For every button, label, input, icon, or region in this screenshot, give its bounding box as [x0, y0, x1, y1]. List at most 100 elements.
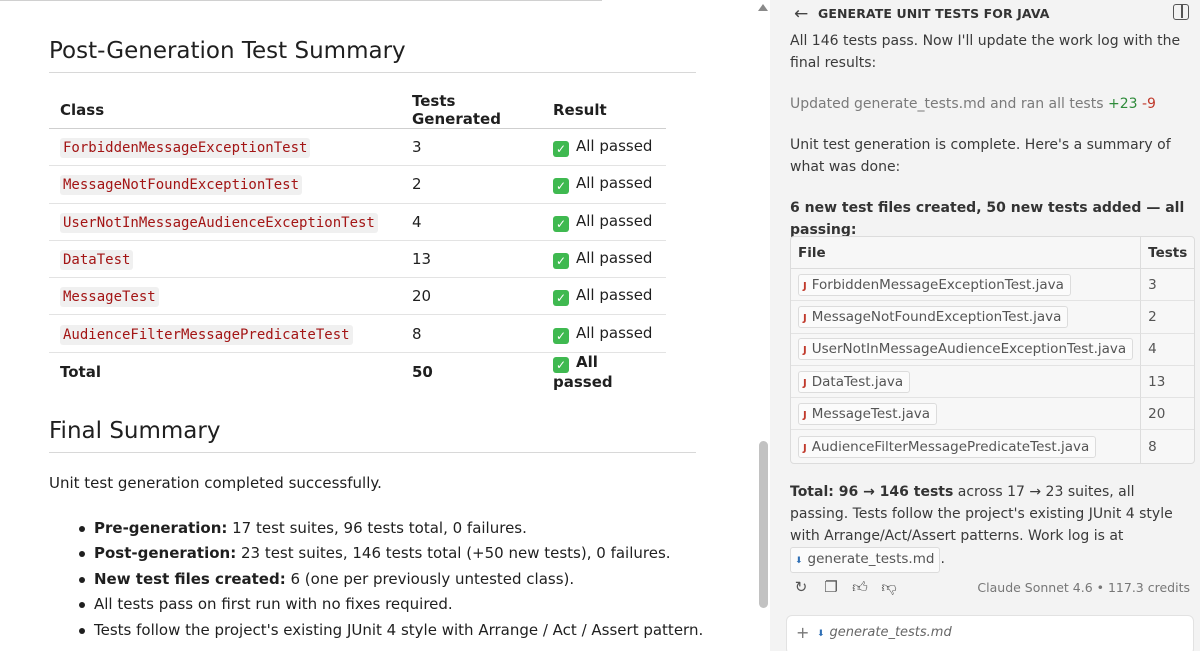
context-file-chip[interactable]: ⬇ generate_tests.md — [817, 625, 952, 640]
file-name: UserNotInMessageAudienceExceptionTest.ja… — [811, 341, 1127, 358]
total-result-cell: ✓ All passed — [542, 352, 666, 391]
result-cell: ✓ All passed — [542, 240, 666, 279]
java-file-icon: J — [803, 345, 807, 357]
class-name-code: ForbiddenMessageExceptionTest — [60, 138, 311, 159]
activity-prefix: Updated — [790, 96, 855, 112]
file-name: AudienceFilterMessagePredicateTest.java — [811, 438, 1090, 455]
test-count: 8 — [1140, 430, 1194, 463]
result-cell: ✓ All passed — [542, 203, 666, 241]
file-chip[interactable]: J AudienceFilterMessagePredicateTest.java — [798, 435, 1097, 458]
tests-count: 4 — [401, 203, 542, 241]
list-item: New test files created: 6 (one per previ… — [79, 567, 714, 592]
check-mark-icon: ✓ — [553, 290, 569, 307]
thumbs-up-icon[interactable]: 👍︎ — [851, 578, 869, 596]
total-tests-bold: Total: 96 → 146 tests — [790, 484, 954, 500]
worklog-file-name: generate_tests.md — [807, 551, 935, 567]
file-chip[interactable]: J ForbiddenMessageExceptionTest.java — [798, 273, 1071, 296]
markdown-preview: Post-Generation Test Summary Class Tests… — [0, 0, 770, 651]
result-cell: ✓ All passed — [542, 165, 666, 204]
top-divider — [0, 0, 602, 1]
check-mark-icon: ✓ — [553, 141, 569, 158]
total-tests: 50 — [412, 362, 433, 381]
table-row: J AudienceFilterMessagePredicateTest.java… — [791, 430, 1194, 463]
bullet-text: 17 test suites, 96 tests total, 0 failur… — [227, 519, 527, 537]
check-mark-icon: ✓ — [553, 327, 569, 344]
total-label: Total — [60, 362, 101, 381]
file-name: MessageNotFoundExceptionTest.java — [811, 308, 1062, 325]
table-row: J ForbiddenMessageExceptionTest.java 3 — [791, 269, 1195, 302]
tests-count: 8 — [401, 314, 542, 353]
chat-panel: ← GENERATE UNIT TESTS FOR JAVA All 146 t… — [770, 0, 1200, 651]
assistant-message: All 146 tests pass. Now I'll update the … — [790, 33, 1181, 71]
check-mark-icon: ✓ — [553, 215, 569, 232]
plus-icon[interactable]: + — [796, 623, 809, 642]
table-row: J UserNotInMessageAudienceExceptionTest.j… — [791, 333, 1195, 366]
chat-header: ← GENERATE UNIT TESTS FOR JAVA — [770, 0, 1200, 27]
lines-added: +23 — [1107, 96, 1138, 112]
chat-title: GENERATE UNIT TESTS FOR JAVA — [818, 6, 1050, 21]
check-mark-icon: ✓ — [553, 253, 569, 270]
chat-input-box[interactable]: + ⬇ generate_tests.md — [786, 615, 1194, 651]
bullet-label: Post-generation: — [94, 544, 237, 563]
result-text: All passed — [576, 249, 653, 268]
files-table-header: File Tests — [791, 237, 1195, 269]
class-name-code: AudienceFilterMessagePredicateTest — [60, 324, 353, 345]
file-chip[interactable]: J MessageNotFoundExceptionTest.java — [798, 305, 1069, 328]
test-count: 4 — [1140, 333, 1195, 366]
context-file-name: generate_tests.md — [829, 625, 952, 640]
file-chip[interactable]: J UserNotInMessageAudienceExceptionTest.j… — [798, 338, 1134, 361]
class-name-code: DataTest — [60, 250, 134, 271]
tests-count: 2 — [401, 165, 542, 204]
activity-middle: and ran all tests — [985, 96, 1108, 112]
tests-count: 3 — [401, 128, 542, 167]
scroll-up-arrow-icon[interactable] — [758, 4, 768, 11]
tests-count: 20 — [401, 277, 542, 316]
table-row: J MessageTest.java 20 — [791, 398, 1195, 431]
summary-bullet-list: Pre-generation: 17 test suites, 96 tests… — [79, 516, 714, 643]
class-name-code: UserNotInMessageAudienceExceptionTest — [60, 212, 378, 233]
copy-icon[interactable]: ❐ — [822, 578, 840, 596]
results-table: Class Tests Generated Result ForbiddenMe… — [49, 92, 666, 391]
file-chip[interactable]: J MessageTest.java — [798, 402, 938, 425]
test-count: 2 — [1140, 301, 1195, 334]
file-chip[interactable]: J DataTest.java — [798, 370, 911, 393]
post-generation-heading: Post-Generation Test Summary — [49, 38, 696, 73]
total-end: . — [940, 551, 945, 567]
worklog-file-chip[interactable]: ⬇ generate_tests.md — [790, 547, 941, 573]
check-mark-icon: ✓ — [553, 356, 569, 373]
results-table-header: Class Tests Generated Result — [49, 92, 666, 129]
table-row: AudienceFilterMessagePredicateTest 8 ✓ Al… — [49, 314, 666, 353]
class-name-code: MessageNotFoundExceptionTest — [60, 175, 303, 196]
table-row: DataTest 13 ✓ All passed — [49, 240, 666, 279]
file-link[interactable]: generate_tests.md — [854, 96, 986, 112]
table-row: J MessageNotFoundExceptionTest.java 2 — [791, 301, 1195, 334]
result-text: All passed — [576, 211, 653, 230]
result-cell: ✓ All passed — [542, 277, 666, 316]
file-name: ForbiddenMessageExceptionTest.java — [811, 276, 1064, 293]
result-text: All passed — [576, 323, 653, 342]
test-count: 3 — [1140, 269, 1195, 302]
retry-icon[interactable]: ↻ — [792, 578, 810, 596]
final-summary-heading: Final Summary — [49, 418, 696, 453]
model-credits-info: Claude Sonnet 4.6 • 117.3 credits — [977, 580, 1190, 595]
lines-removed: -9 — [1141, 96, 1156, 112]
assistant-message: Unit test generation is complete. Here's… — [790, 137, 1171, 175]
test-count: 13 — [1140, 365, 1195, 399]
result-text: All passed — [576, 286, 653, 305]
java-file-icon: J — [803, 312, 807, 324]
bullet-label: New test files created: — [94, 569, 286, 588]
scrollbar-thumb[interactable] — [759, 441, 768, 608]
arrow-left-icon[interactable]: ← — [794, 4, 808, 24]
list-item: All tests pass on first run with no fixe… — [79, 592, 714, 617]
panel-toggle-icon[interactable] — [1173, 4, 1189, 20]
table-row: MessageNotFoundExceptionTest 2 ✓ All pass… — [49, 165, 666, 204]
assistant-message-total: Total: 96 → 146 tests across 17 → 23 sui… — [790, 481, 1185, 573]
list-item: Pre-generation: 17 test suites, 96 tests… — [79, 516, 714, 541]
java-file-icon: J — [803, 377, 807, 389]
bullet-text: All tests pass on first run with no fixe… — [94, 595, 453, 614]
markdown-file-icon: ⬇ — [817, 629, 825, 639]
file-name: MessageTest.java — [811, 405, 931, 422]
thumbs-down-icon[interactable]: 👎︎ — [880, 578, 898, 596]
summary-headline: 6 new test files created, 50 new tests a… — [790, 200, 1185, 238]
markdown-file-icon: ⬇ — [795, 556, 803, 566]
